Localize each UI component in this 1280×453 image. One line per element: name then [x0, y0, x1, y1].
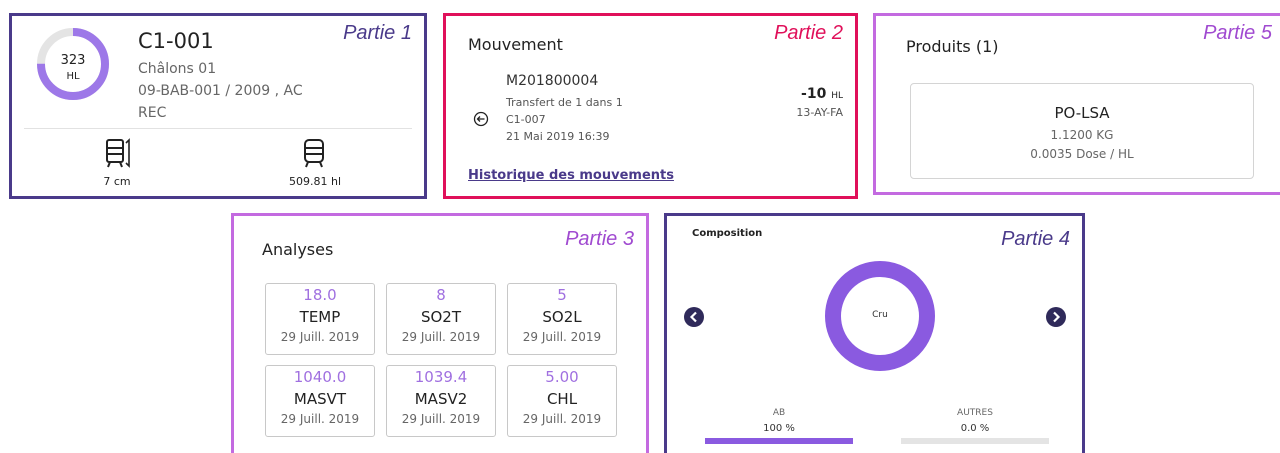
analysis-name: SO2T: [420, 308, 462, 326]
legend-bar: [901, 438, 1049, 444]
analysis-name: SO2L: [542, 308, 582, 326]
analysis-name: MASVT: [293, 390, 347, 408]
products-card: Partie 5 Produits (1) PO-LSA 1.1200 KG 0…: [873, 13, 1280, 195]
product-qty: 1.1200 KG: [1050, 128, 1114, 142]
movement-history-link[interactable]: Historique des mouvements: [468, 168, 674, 183]
analysis-item[interactable]: 18.0 TEMP 29 Juill. 2019: [265, 283, 375, 355]
tank-capacity-icon: [304, 139, 324, 168]
analysis-value: 1039.4: [414, 368, 468, 386]
product-item[interactable]: PO-LSA 1.1200 KG 0.0035 Dose / HL: [910, 83, 1254, 179]
movement-qty: -10 HL: [801, 86, 843, 102]
analysis-date: 29 Juill. 2019: [401, 412, 481, 426]
gauge-value: 323: [60, 53, 86, 68]
movement-tank: C1-007: [506, 113, 546, 126]
gauge-unit: HL: [66, 71, 80, 82]
analysis-name: TEMP: [299, 308, 341, 326]
analysis-value: 18.0: [303, 286, 337, 304]
movement-card: Partie 2 Mouvement M201800004 Transfert …: [443, 13, 858, 199]
movement-title: Mouvement: [468, 35, 563, 54]
part-tag: Partie 4: [1001, 228, 1070, 250]
next-arrow-icon[interactable]: [1045, 306, 1067, 328]
movement-date: 21 Mai 2019 16:39: [506, 130, 610, 143]
movement-desc: Transfert de 1 dans 1: [506, 96, 623, 109]
analysis-value: 1040.0: [293, 368, 347, 386]
donut-center-label: Cru: [872, 310, 888, 320]
tank-summary[interactable]: 323 HL C1-001 Châlons 01 09-BAB-001 / 20…: [24, 21, 412, 129]
analysis-item[interactable]: 1040.0 MASVT 29 Juill. 2019: [265, 365, 375, 437]
analysis-item[interactable]: 5.00 CHL 29 Juill. 2019: [507, 365, 617, 437]
legend-pct: 100 %: [763, 423, 795, 434]
analyses-title: Analyses: [262, 240, 334, 259]
analysis-date: 29 Juill. 2019: [280, 412, 360, 426]
tank-state: REC: [138, 105, 167, 121]
prev-arrow-icon[interactable]: [683, 306, 705, 328]
tank-card: Partie 1 323 HL C1-001 Châlons 01 09-BAB…: [9, 13, 427, 199]
analysis-date: 29 Juill. 2019: [522, 412, 602, 426]
analysis-value: 8: [436, 286, 446, 304]
legend-pct: 0.0 %: [960, 423, 990, 434]
tank-ref: 09-BAB-001 / 2009 , AC: [138, 83, 303, 99]
product-name: PO-LSA: [1054, 104, 1110, 122]
analysis-item[interactable]: 8 SO2T 29 Juill. 2019: [386, 283, 496, 355]
analyses-card: Partie 3 Analyses 18.0 TEMP 29 Juill. 20…: [231, 213, 649, 453]
analysis-name: CHL: [546, 390, 578, 408]
analysis-date: 29 Juill. 2019: [401, 330, 481, 344]
analysis-date: 29 Juill. 2019: [280, 330, 360, 344]
analysis-item[interactable]: 5 SO2L 29 Juill. 2019: [507, 283, 617, 355]
part-tag: Partie 2: [774, 22, 843, 44]
legend-label: AUTRES: [957, 408, 993, 418]
tank-code: C1-001: [138, 29, 214, 53]
analysis-name: MASV2: [414, 390, 468, 408]
composition-card: Partie 4 Composition Cru AB 100 % AUTRES…: [664, 213, 1085, 453]
analysis-value: 5: [557, 286, 567, 304]
tank-level-value: 7 cm: [103, 175, 131, 188]
legend-bar: [705, 438, 853, 444]
products-title: Produits (1): [906, 37, 999, 56]
tank-name: Châlons 01: [138, 61, 217, 77]
analysis-date: 29 Juill. 2019: [522, 330, 602, 344]
transfer-icon: [473, 111, 489, 127]
product-dose: 0.0035 Dose / HL: [1030, 147, 1134, 161]
part-tag: Partie 5: [1203, 22, 1272, 44]
legend-label: AB: [772, 408, 786, 418]
part-tag: Partie 3: [565, 228, 634, 250]
movement-code: M201800004: [506, 73, 599, 89]
analysis-item[interactable]: 1039.4 MASV2 29 Juill. 2019: [386, 365, 496, 437]
tank-capacity-value: 509.81 hl: [288, 175, 341, 188]
analysis-value: 5.00: [545, 368, 579, 386]
composition-title: Composition: [692, 228, 763, 239]
tank-level-icon: [106, 138, 130, 168]
legend-fill: [705, 438, 853, 444]
movement-ref: 13-AY-FA: [796, 106, 843, 119]
